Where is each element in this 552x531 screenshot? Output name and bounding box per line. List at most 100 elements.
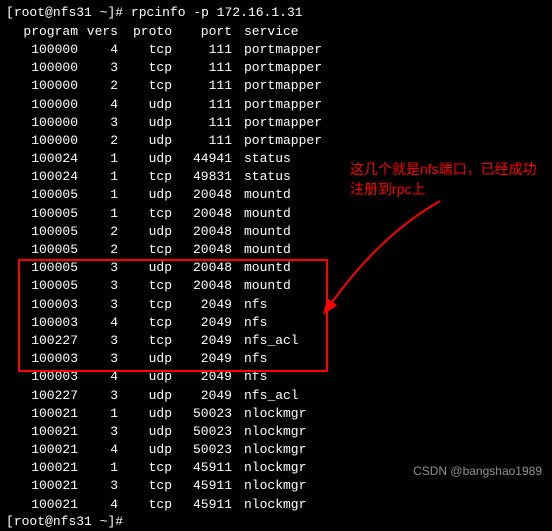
cell-vers: 3 [78,478,118,493]
cell-service: portmapper [232,42,332,57]
cell-port: 20048 [172,206,232,221]
cell-port: 45911 [172,497,232,512]
cell-proto: udp [118,424,172,439]
cell-proto: tcp [118,478,172,493]
cell-service: nlockmgr [232,497,332,512]
prompt2-host: nfs31 [53,514,92,529]
cell-service: mountd [232,242,332,257]
cell-service: mountd [232,278,332,293]
output-rows: 1000004tcp111portmapper1000003tcp111port… [6,40,546,513]
cell-port: 2049 [172,388,232,403]
cell-port: 2049 [172,333,232,348]
cell-program: 100227 [6,333,78,348]
cell-program: 100000 [6,42,78,57]
cell-program: 100000 [6,78,78,93]
cell-proto: udp [118,97,172,112]
cell-program: 100021 [6,478,78,493]
cell-vers: 2 [78,78,118,93]
cell-program: 100005 [6,187,78,202]
cell-port: 111 [172,97,232,112]
table-row: 1000004tcp111portmapper [6,40,546,58]
table-row: 1000053udp20048mountd [6,259,546,277]
cell-service: mountd [232,206,332,221]
prompt-line: [root@nfs31 ~]# rpcinfo -p 172.16.1.31 [6,4,546,22]
cell-service: nfs [232,297,332,312]
cell-port: 20048 [172,187,232,202]
cell-vers: 3 [78,260,118,275]
cell-vers: 2 [78,242,118,257]
cell-service: nfs_acl [232,388,332,403]
cell-vers: 4 [78,497,118,512]
table-row: 1000034udp2049nfs [6,368,546,386]
cell-program: 100000 [6,97,78,112]
cell-proto: udp [118,369,172,384]
cell-proto: tcp [118,315,172,330]
cell-vers: 1 [78,151,118,166]
cell-vers: 2 [78,224,118,239]
cell-program: 100024 [6,169,78,184]
cell-vers: 3 [78,278,118,293]
cell-port: 49831 [172,169,232,184]
table-row: 1000002udp111portmapper [6,131,546,149]
table-row: 1000003tcp111portmapper [6,59,546,77]
cell-proto: udp [118,351,172,366]
cell-vers: 3 [78,351,118,366]
watermark: CSDN @bangshao1989 [413,464,542,478]
cell-vers: 2 [78,133,118,148]
cell-program: 100000 [6,133,78,148]
cell-service: nfs_acl [232,333,332,348]
table-row: 1000033udp2049nfs [6,350,546,368]
table-row: 1002273udp2049nfs_acl [6,386,546,404]
prompt-host: nfs31 [53,5,92,20]
cell-port: 111 [172,60,232,75]
cell-vers: 1 [78,206,118,221]
cell-vers: 4 [78,369,118,384]
prompt2-cwd: ~ [100,514,108,529]
cell-program: 100024 [6,151,78,166]
cell-proto: tcp [118,333,172,348]
cell-program: 100021 [6,460,78,475]
cell-vers: 3 [78,60,118,75]
cell-service: nlockmgr [232,406,332,421]
table-row: 1000214tcp45911nlockmgr [6,495,546,513]
table-row: 1000213udp50023nlockmgr [6,422,546,440]
cell-service: mountd [232,260,332,275]
cell-vers: 3 [78,388,118,403]
cell-proto: tcp [118,242,172,257]
prompt-line-2[interactable]: [root@nfs31 ~]# [6,513,546,531]
cell-program: 100005 [6,224,78,239]
table-row: 1002273tcp2049nfs_acl [6,331,546,349]
cell-proto: tcp [118,460,172,475]
cell-port: 111 [172,133,232,148]
cell-proto: tcp [118,60,172,75]
cell-proto: tcp [118,206,172,221]
cell-proto: udp [118,133,172,148]
table-row: 1000004udp111portmapper [6,95,546,113]
table-row: 1000052tcp20048mountd [6,240,546,258]
prompt-symbol: # [115,5,123,20]
cell-proto: udp [118,151,172,166]
cell-port: 2049 [172,315,232,330]
header-proto: proto [118,24,172,39]
cell-proto: tcp [118,297,172,312]
cell-program: 100005 [6,206,78,221]
cell-proto: tcp [118,42,172,57]
cell-service: nfs [232,369,332,384]
cell-service: status [232,169,332,184]
cell-proto: udp [118,388,172,403]
table-row: 1000033tcp2049nfs [6,295,546,313]
cell-port: 45911 [172,460,232,475]
cell-port: 2049 [172,369,232,384]
cell-port: 20048 [172,278,232,293]
table-row: 1000213tcp45911nlockmgr [6,477,546,495]
cell-program: 100000 [6,60,78,75]
table-row: 1000211udp50023nlockmgr [6,404,546,422]
cell-service: mountd [232,187,332,202]
cell-service: nlockmgr [232,478,332,493]
cell-program: 100021 [6,497,78,512]
cell-service: portmapper [232,133,332,148]
cell-service: nlockmgr [232,442,332,457]
cell-port: 20048 [172,242,232,257]
cell-proto: tcp [118,497,172,512]
header-vers: vers [78,24,118,39]
